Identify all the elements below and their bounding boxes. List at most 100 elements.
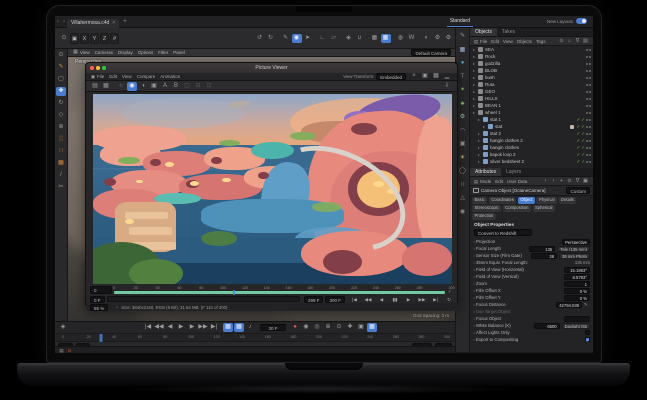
tab-layers[interactable]: Layers [501, 168, 526, 176]
pv-frame-box[interactable]: 0 [90, 286, 112, 294]
visibility-dot[interactable] [586, 56, 588, 58]
visibility-dot[interactable] [586, 98, 588, 100]
search-icon[interactable]: ⊙ [558, 37, 565, 46]
workplane-button[interactable]: # [110, 33, 119, 44]
axis-x-button[interactable]: X [80, 33, 89, 44]
layout-tab-standard[interactable]: Standard [447, 16, 473, 27]
render-check-icon[interactable]: ✓ [581, 124, 585, 130]
sky-icon[interactable]: ◯ [457, 167, 468, 176]
attr-tab-physical[interactable]: Physical [536, 197, 557, 204]
material-chip-icon[interactable] [570, 125, 574, 129]
picture-viewer-window[interactable]: Picture Viewer ▣ FileEditViewCompareAnim… [85, 62, 458, 307]
prev-key-button[interactable]: ◀◀ [154, 323, 164, 332]
attr-value-field[interactable]: 135 [529, 246, 555, 252]
cube-primitive-icon[interactable]: ▦ [457, 46, 468, 55]
navigate-icon[interactable]: ○ [116, 82, 126, 91]
object-row-hangin-clothes[interactable]: ▸hangin clothes✓✓ [470, 144, 593, 151]
attr-value-field[interactable] [564, 316, 590, 322]
object-row-hills[interactable]: ▸HILLS [470, 95, 593, 102]
grid-dynamic-icon[interactable]: ▦ [381, 34, 391, 43]
workplane-mode-icon[interactable]: W [407, 34, 417, 43]
filter-icon[interactable]: ∇ [574, 37, 581, 46]
spline-pen-icon[interactable]: ✎ [457, 32, 468, 41]
visibility-toggles[interactable] [586, 119, 591, 121]
enabled-check-icon[interactable]: ✓ [576, 152, 580, 158]
folder-open-icon[interactable]: ▤ [90, 82, 100, 91]
zoom-fit-icon[interactable]: ◉ [127, 82, 137, 91]
objects-burger-icon[interactable]: ▤ [473, 37, 479, 46]
objects-menu-file[interactable]: File [480, 39, 487, 44]
object-row-stat-1[interactable]: ▸stat 1✓✓ [470, 116, 593, 123]
go-end-button[interactable]: ▶| [209, 323, 219, 332]
enabled-check-icon[interactable]: ✓ [576, 117, 580, 123]
visibility-dot[interactable] [589, 133, 591, 135]
visibility-dot[interactable] [586, 126, 588, 128]
viewport-layout-icon[interactable]: ▦ [72, 48, 79, 57]
visibility-dot[interactable] [586, 133, 588, 135]
back-icon[interactable]: ‹ [542, 177, 549, 186]
light-icon[interactable]: ☀ [457, 154, 468, 163]
record-scale-icon[interactable]: ◎ [312, 323, 322, 332]
render-check-icon[interactable]: ✓ [581, 159, 585, 165]
visibility-dot[interactable] [586, 91, 588, 93]
object-row-silver-bedsheet-2[interactable]: ▸silver bedsheet 2✓✓ [470, 158, 593, 165]
next-key-button[interactable]: ▶▶ [198, 323, 208, 332]
visibility-dot[interactable] [589, 98, 591, 100]
save-image-icon[interactable]: ▦ [101, 82, 111, 91]
filter-icon[interactable]: ∇ [574, 177, 581, 186]
attr-extra-dropdown[interactable]: Tele (135 mm) [557, 246, 590, 252]
visibility-dot[interactable] [589, 56, 591, 58]
autokey-icon[interactable]: ◈ [58, 323, 68, 332]
visibility-dot[interactable] [589, 84, 591, 86]
visibility-toggles[interactable] [586, 98, 591, 100]
nav-forward-icon[interactable]: › [63, 19, 65, 25]
attr-tab-composition[interactable]: Composition [503, 205, 531, 212]
close-compare-icon[interactable]: × [409, 72, 419, 81]
visibility-dot[interactable] [589, 147, 591, 149]
visibility-toggles[interactable] [586, 126, 591, 128]
selection-tool-icon[interactable]: ▢ [56, 75, 66, 84]
field-icon[interactable]: △ [457, 194, 468, 203]
spline-star-icon[interactable]: ✶ [457, 86, 468, 95]
render-picture-viewer-icon[interactable]: ⚙ [433, 34, 443, 43]
attr-value-field[interactable]: 36 [531, 253, 557, 259]
render-check-icon[interactable]: ✓ [581, 145, 585, 151]
viewport-camera-pill[interactable]: Default Camera [411, 49, 451, 56]
version-b-button[interactable]: B [171, 82, 181, 91]
visibility-dot[interactable] [589, 112, 591, 114]
visibility-toggles[interactable] [586, 84, 591, 86]
text-tool-icon[interactable]: T [457, 73, 468, 82]
object-row-bush[interactable]: ▸bush [470, 74, 593, 81]
objects-menu-tags[interactable]: Tags [536, 39, 546, 44]
visibility-dot[interactable] [589, 91, 591, 93]
compare-horizontal-icon[interactable]: ◫ [182, 82, 192, 91]
visibility-dot[interactable] [586, 154, 588, 156]
viewport-menu-cameras[interactable]: Cameras [95, 50, 113, 55]
visibility-toggles[interactable] [586, 56, 591, 58]
cloner-icon[interactable]: ∷ [457, 181, 468, 190]
generator-icon[interactable]: ⚙ [457, 113, 468, 122]
image-layers-icon[interactable]: ▣ [149, 82, 159, 91]
pen-tool-icon[interactable]: ✎ [56, 63, 66, 72]
grid-quantize-icon[interactable]: ▦ [370, 34, 380, 43]
attr-tab-basic[interactable]: Basic [472, 197, 487, 204]
render-settings-icon[interactable]: ⚙ [444, 34, 454, 43]
visibility-toggles[interactable] [586, 147, 591, 149]
nav-back-icon[interactable]: ‹ [57, 19, 59, 25]
object-row-rock[interactable]: ▸Rock [470, 53, 593, 60]
tab-close-icon[interactable]: × [112, 20, 115, 26]
visibility-dot[interactable] [589, 161, 591, 163]
visibility-dot[interactable] [586, 77, 588, 79]
compare-vertical-icon[interactable]: ⊟ [193, 82, 203, 91]
undo-icon[interactable]: ↺ [255, 34, 265, 43]
attr-tab-details[interactable]: Details [559, 197, 577, 204]
prev-frame-button[interactable]: ◀ [165, 323, 175, 332]
tab-takes[interactable]: Takes [497, 28, 520, 36]
deformer-icon[interactable]: ◠ [457, 127, 468, 136]
pv-out-field-a[interactable]: 299 F [304, 296, 324, 303]
render-queue-icon[interactable]: ⊙ [66, 346, 73, 354]
visibility-dot[interactable] [586, 63, 588, 65]
live-selection-icon[interactable]: ◉ [292, 34, 302, 43]
object-row-sea[interactable]: ▸SEA [470, 46, 593, 53]
objects-menu-objects[interactable]: Objects [517, 39, 532, 44]
